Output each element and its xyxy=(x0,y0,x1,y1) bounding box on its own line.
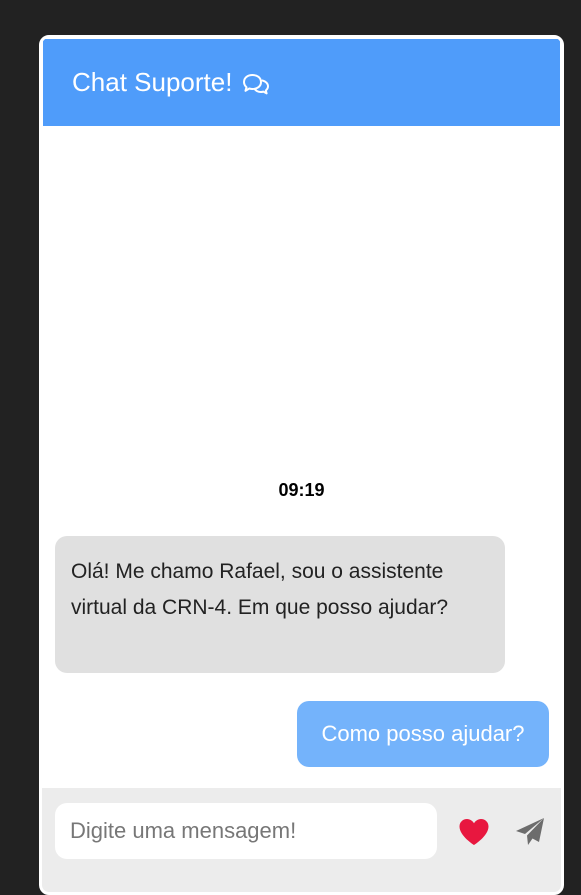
chat-window: Chat Suporte! 09:19 Olá! Me chamo Rafael… xyxy=(39,35,564,895)
message-input[interactable] xyxy=(55,803,437,859)
chat-title: Chat Suporte! xyxy=(72,67,233,97)
user-message-text: Como posso ajudar? xyxy=(321,721,525,746)
heart-button[interactable] xyxy=(457,816,491,848)
send-icon xyxy=(516,818,544,845)
chat-bubbles-icon xyxy=(242,73,270,95)
bot-message-bubble: Olá! Me chamo Rafael, sou o assistente v… xyxy=(55,536,505,673)
chat-header: Chat Suporte! xyxy=(43,39,560,126)
message-timestamp: 09:19 xyxy=(278,480,325,500)
user-message-bubble[interactable]: Como posso ajudar? xyxy=(297,701,549,767)
heart-icon xyxy=(459,819,489,845)
send-button[interactable] xyxy=(512,814,548,850)
input-bar xyxy=(42,788,561,892)
